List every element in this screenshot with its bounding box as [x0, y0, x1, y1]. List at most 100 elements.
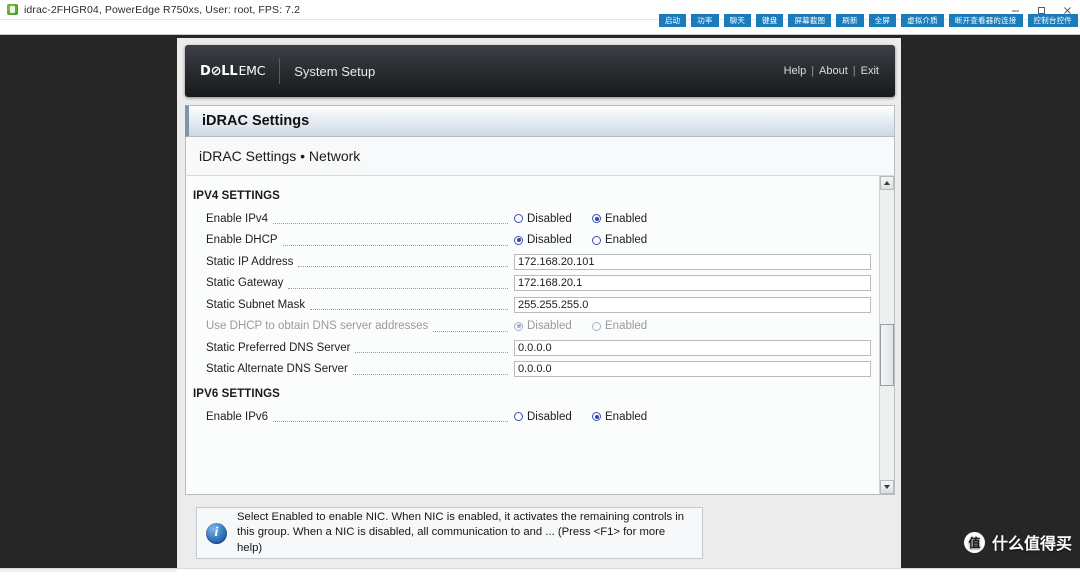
dotted-leader: [433, 330, 508, 332]
help-link[interactable]: Help: [784, 65, 807, 77]
remote-console-viewport[interactable]: D⊘LL EMC System Setup Help | About | Exi…: [0, 34, 1080, 587]
setting-control: Disabled Enabled: [514, 234, 876, 246]
screenshot-button[interactable]: 屏幕截图: [788, 14, 832, 27]
radio-label: Enabled: [605, 212, 648, 225]
about-link[interactable]: About: [819, 65, 848, 77]
section-heading: IPV6 SETTINGS: [193, 388, 280, 400]
radio-option[interactable]: Disabled: [514, 411, 592, 423]
setting-text-input[interactable]: 0.0.0.0: [514, 361, 871, 378]
setting-row: Static Preferred DNS Server 0.0.0.0: [186, 337, 876, 359]
setting-row: Static Subnet Mask 255.255.255.0: [186, 294, 876, 316]
setting-label: Enable IPv6: [206, 410, 269, 423]
setting-row: Static IP Address 172.168.20.101: [186, 251, 876, 273]
page-title-bar: iDRAC Settings: [185, 105, 895, 137]
setting-label: Enable DHCP: [206, 234, 278, 247]
browser-window: idrac-2FHGR04, PowerEdge R750xs, User: r…: [0, 0, 1080, 587]
setting-label: Static Alternate DNS Server: [206, 363, 348, 376]
radio-option[interactable]: Enabled: [592, 411, 647, 423]
breadcrumb-bar: iDRAC Settings • Network: [185, 137, 895, 175]
emc-wordmark: EMC: [238, 63, 266, 78]
link-separator-1: |: [811, 65, 815, 77]
keyboard-button[interactable]: 键盘: [756, 14, 784, 27]
link-separator-2: |: [852, 65, 856, 77]
settings-list: IPV4 SETTINGS Enable IPv4 Disabled Enabled E…: [186, 176, 876, 428]
setting-control: 0.0.0.0: [514, 361, 876, 378]
header-divider: [279, 58, 281, 84]
radio-mark-icon: [592, 412, 601, 422]
dotted-leader: [310, 309, 508, 311]
radio-mark-icon: [592, 321, 601, 331]
fullscreen-button[interactable]: 全屏: [868, 14, 897, 27]
radio-mark-icon: [514, 235, 523, 245]
radio-label: Disabled: [527, 234, 572, 247]
setting-row: Static Alternate DNS Server 0.0.0.0: [186, 359, 876, 381]
setting-label: Static Subnet Mask: [206, 298, 306, 311]
radio-option[interactable]: Disabled: [514, 213, 592, 225]
setting-text-input[interactable]: 172.168.20.101: [514, 253, 871, 270]
radio-label: Enabled: [605, 234, 648, 247]
virtual-console-toolbar: 启动 功率 聊天 键盘 屏幕截图 刷新 全屏 虚拟介质 断开查看器的连接 控制台控件: [0, 14, 1080, 34]
radio-mark-icon: [592, 235, 601, 245]
setting-control: Disabled Enabled: [514, 411, 876, 423]
radio-label: Disabled: [527, 212, 572, 225]
radio-group: Disabled Enabled: [514, 234, 647, 246]
refresh-button[interactable]: 刷新: [836, 14, 864, 27]
setting-label: Static Gateway: [206, 277, 284, 290]
setting-control: 0.0.0.0: [514, 339, 876, 356]
window-bottom-strip: [0, 568, 1080, 587]
console-controls-button[interactable]: 控制台控件: [1027, 14, 1078, 27]
header-links: Help | About | Exit: [784, 65, 879, 77]
scroll-down-icon[interactable]: [880, 480, 894, 494]
radio-label: Disabled: [527, 320, 572, 333]
scrollbar-thumb[interactable]: [880, 324, 894, 386]
watermark-badge-icon: 值: [963, 531, 985, 553]
setting-text-input[interactable]: 172.168.20.1: [514, 275, 871, 292]
setting-label: Static Preferred DNS Server: [206, 341, 351, 354]
radio-label: Enabled: [605, 410, 648, 423]
dotted-leader: [355, 352, 508, 354]
dell-header-bar: D⊘LL EMC System Setup Help | About | Exi…: [185, 45, 895, 97]
idrac-favicon-icon: [7, 4, 18, 15]
scroll-up-icon[interactable]: [880, 176, 894, 190]
dell-wordmark: D⊘LL: [200, 64, 238, 79]
radio-option[interactable]: Enabled: [592, 234, 647, 246]
help-hint-box: i Select Enabled to enable NIC. When NIC…: [196, 507, 703, 559]
virtual-media-button[interactable]: 虚拟介质: [901, 14, 944, 27]
setting-row: Enable IPv4 Disabled Enabled: [186, 208, 876, 230]
setting-control: 255.255.255.0: [514, 296, 876, 313]
setting-control: 172.168.20.101: [514, 253, 876, 270]
watermark-text: 什么值得买: [991, 534, 1072, 553]
help-hint-text: Select Enabled to enable NIC. When NIC i…: [237, 510, 685, 554]
radio-option: Enabled: [592, 320, 647, 332]
window-title: idrac-2FHGR04, PowerEdge R750xs, User: r…: [24, 3, 301, 16]
bottom-strip-shadow: [0, 569, 177, 572]
content-scrollbar[interactable]: [879, 176, 894, 494]
setting-text-input[interactable]: 0.0.0.0: [514, 339, 871, 356]
section-heading: IPV4 SETTINGS: [193, 190, 280, 202]
radio-option[interactable]: Disabled: [514, 234, 592, 246]
boot-button[interactable]: 启动: [658, 14, 687, 27]
setting-control: Disabled Enabled: [514, 213, 876, 225]
setting-control: 172.168.20.1: [514, 275, 876, 292]
dotted-leader: [273, 421, 508, 423]
dell-emc-logo: D⊘LL EMC: [200, 63, 265, 79]
breadcrumb: iDRAC Settings • Network: [199, 148, 361, 164]
info-icon: i: [206, 522, 227, 544]
radio-group: Disabled Enabled: [514, 320, 647, 332]
radio-option[interactable]: Enabled: [592, 213, 647, 225]
power-button[interactable]: 功率: [691, 14, 719, 27]
radio-label: Disabled: [527, 410, 572, 423]
toolbar-button-group: 启动 功率 聊天 键盘 屏幕截图 刷新 全屏 虚拟介质 断开查看器的连接 控制台控件: [658, 14, 1078, 27]
setting-row: Static Gateway 172.168.20.1: [186, 273, 876, 295]
setting-label: Use DHCP to obtain DNS server addresses: [206, 320, 429, 333]
settings-content-area: IPV4 SETTINGS Enable IPv4 Disabled Enabled E…: [185, 175, 895, 495]
radio-group: Disabled Enabled: [514, 411, 647, 423]
disconnect-viewer-button[interactable]: 断开查看器的连接: [948, 14, 1023, 27]
dotted-leader: [298, 266, 508, 268]
radio-mark-icon: [592, 214, 601, 224]
radio-label: Enabled: [605, 320, 648, 333]
setting-text-input[interactable]: 255.255.255.0: [514, 296, 871, 313]
radio-mark-icon: [514, 412, 523, 422]
exit-link[interactable]: Exit: [861, 65, 879, 77]
chat-button[interactable]: 聊天: [723, 14, 752, 27]
